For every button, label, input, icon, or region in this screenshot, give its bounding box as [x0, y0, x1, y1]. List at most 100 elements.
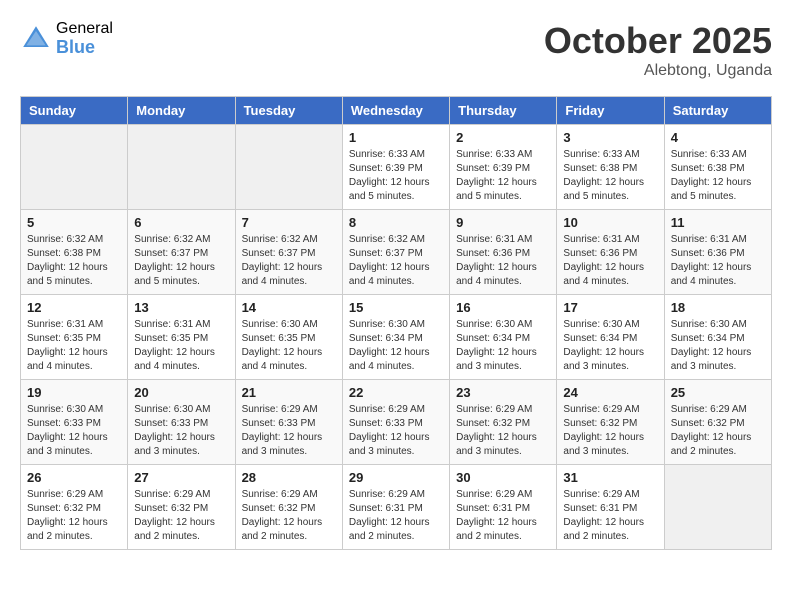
day-number: 27 [134, 470, 228, 485]
day-info: Sunrise: 6:30 AM Sunset: 6:34 PM Dayligh… [563, 318, 657, 374]
day-info: Sunrise: 6:33 AM Sunset: 6:38 PM Dayligh… [671, 148, 765, 204]
column-header-tuesday: Tuesday [235, 97, 342, 125]
calendar-cell: 20 Sunrise: 6:30 AM Sunset: 6:33 PM Dayli… [128, 380, 235, 465]
day-info: Sunrise: 6:30 AM Sunset: 6:34 PM Dayligh… [349, 318, 443, 374]
calendar-cell: 13Sunrise: 6:31 AM Sunset: 6:35 PM Dayli… [128, 295, 235, 380]
day-number: 31 [563, 470, 657, 485]
day-number: 28 [242, 470, 336, 485]
column-header-saturday: Saturday [664, 97, 771, 125]
day-number: 8 [349, 215, 443, 230]
day-number: 1 [349, 130, 443, 145]
day-number: 4 [671, 130, 765, 145]
column-header-wednesday: Wednesday [342, 97, 449, 125]
day-info: Sunrise: 6:31 AM Sunset: 6:35 PM Dayligh… [27, 318, 121, 374]
day-info: Sunrise: 6:29 AM Sunset: 6:33 PM Dayligh… [242, 403, 336, 459]
day-number: 10 [563, 215, 657, 230]
calendar-cell: 27 Sunrise: 6:29 AM Sunset: 6:32 PM Dayli… [128, 465, 235, 550]
calendar-cell: 4 Sunrise: 6:33 AM Sunset: 6:38 PM Daylig… [664, 125, 771, 210]
logo-icon [20, 23, 52, 55]
calendar-cell: 22Sunrise: 6:29 AM Sunset: 6:33 PM Dayli… [342, 380, 449, 465]
day-info: Sunrise: 6:31 AM Sunset: 6:36 PM Dayligh… [456, 233, 550, 289]
calendar-cell: 10 Sunrise: 6:31 AM Sunset: 6:36 PM Dayli… [557, 210, 664, 295]
day-number: 23 [456, 385, 550, 400]
calendar-cell: 23 Sunrise: 6:29 AM Sunset: 6:32 PM Dayli… [450, 380, 557, 465]
day-number: 16 [456, 300, 550, 315]
day-info: Sunrise: 6:29 AM Sunset: 6:33 PM Dayligh… [349, 403, 443, 459]
location-title: Alebtong, Uganda [544, 62, 772, 80]
calendar-cell: 15 Sunrise: 6:30 AM Sunset: 6:34 PM Dayli… [342, 295, 449, 380]
calendar-cell: 2 Sunrise: 6:33 AM Sunset: 6:39 PM Daylig… [450, 125, 557, 210]
day-number: 30 [456, 470, 550, 485]
logo-text: General Blue [56, 20, 113, 57]
day-number: 18 [671, 300, 765, 315]
column-header-friday: Friday [557, 97, 664, 125]
calendar-week-4: 19 Sunrise: 6:30 AM Sunset: 6:33 PM Dayli… [21, 380, 772, 465]
day-number: 17 [563, 300, 657, 315]
column-header-thursday: Thursday [450, 97, 557, 125]
logo-general: General [56, 20, 113, 38]
day-info: Sunrise: 6:31 AM Sunset: 6:36 PM Dayligh… [563, 233, 657, 289]
day-info: Sunrise: 6:29 AM Sunset: 6:31 PM Dayligh… [563, 488, 657, 544]
calendar-cell: 11Sunrise: 6:31 AM Sunset: 6:36 PM Dayli… [664, 210, 771, 295]
day-info: Sunrise: 6:32 AM Sunset: 6:37 PM Dayligh… [349, 233, 443, 289]
calendar-week-2: 5 Sunrise: 6:32 AM Sunset: 6:38 PM Daylig… [21, 210, 772, 295]
calendar-cell: 21Sunrise: 6:29 AM Sunset: 6:33 PM Dayli… [235, 380, 342, 465]
calendar-cell [128, 125, 235, 210]
day-info: Sunrise: 6:33 AM Sunset: 6:39 PM Dayligh… [456, 148, 550, 204]
title-block: October 2025 Alebtong, Uganda [544, 20, 772, 80]
logo-blue: Blue [56, 38, 113, 58]
calendar-table: SundayMondayTuesdayWednesdayThursdayFrid… [20, 96, 772, 550]
day-number: 14 [242, 300, 336, 315]
calendar-cell [664, 465, 771, 550]
column-header-monday: Monday [128, 97, 235, 125]
day-info: Sunrise: 6:30 AM Sunset: 6:33 PM Dayligh… [134, 403, 228, 459]
calendar-cell: 16Sunrise: 6:30 AM Sunset: 6:34 PM Dayli… [450, 295, 557, 380]
day-number: 2 [456, 130, 550, 145]
day-number: 3 [563, 130, 657, 145]
logo: General Blue [20, 20, 113, 57]
day-info: Sunrise: 6:29 AM Sunset: 6:32 PM Dayligh… [563, 403, 657, 459]
day-info: Sunrise: 6:29 AM Sunset: 6:32 PM Dayligh… [242, 488, 336, 544]
day-number: 5 [27, 215, 121, 230]
day-info: Sunrise: 6:29 AM Sunset: 6:32 PM Dayligh… [134, 488, 228, 544]
day-info: Sunrise: 6:29 AM Sunset: 6:32 PM Dayligh… [671, 403, 765, 459]
calendar-cell: 5 Sunrise: 6:32 AM Sunset: 6:38 PM Daylig… [21, 210, 128, 295]
day-number: 24 [563, 385, 657, 400]
day-number: 19 [27, 385, 121, 400]
day-number: 29 [349, 470, 443, 485]
calendar-cell: 9Sunrise: 6:31 AM Sunset: 6:36 PM Daylig… [450, 210, 557, 295]
day-info: Sunrise: 6:31 AM Sunset: 6:35 PM Dayligh… [134, 318, 228, 374]
day-info: Sunrise: 6:33 AM Sunset: 6:38 PM Dayligh… [563, 148, 657, 204]
calendar-cell: 19 Sunrise: 6:30 AM Sunset: 6:33 PM Dayli… [21, 380, 128, 465]
calendar-cell: 6Sunrise: 6:32 AM Sunset: 6:37 PM Daylig… [128, 210, 235, 295]
day-info: Sunrise: 6:29 AM Sunset: 6:31 PM Dayligh… [349, 488, 443, 544]
day-info: Sunrise: 6:32 AM Sunset: 6:38 PM Dayligh… [27, 233, 121, 289]
calendar-cell: 31 Sunrise: 6:29 AM Sunset: 6:31 PM Dayli… [557, 465, 664, 550]
day-info: Sunrise: 6:29 AM Sunset: 6:32 PM Dayligh… [456, 403, 550, 459]
calendar-cell: 29 Sunrise: 6:29 AM Sunset: 6:31 PM Dayli… [342, 465, 449, 550]
column-header-sunday: Sunday [21, 97, 128, 125]
calendar-cell: 12 Sunrise: 6:31 AM Sunset: 6:35 PM Dayli… [21, 295, 128, 380]
calendar-cell: 30 Sunrise: 6:29 AM Sunset: 6:31 PM Dayli… [450, 465, 557, 550]
calendar-cell: 26Sunrise: 6:29 AM Sunset: 6:32 PM Dayli… [21, 465, 128, 550]
month-title: October 2025 [544, 20, 772, 62]
day-info: Sunrise: 6:29 AM Sunset: 6:31 PM Dayligh… [456, 488, 550, 544]
calendar-week-5: 26Sunrise: 6:29 AM Sunset: 6:32 PM Dayli… [21, 465, 772, 550]
calendar-cell [235, 125, 342, 210]
day-info: Sunrise: 6:31 AM Sunset: 6:36 PM Dayligh… [671, 233, 765, 289]
day-info: Sunrise: 6:32 AM Sunset: 6:37 PM Dayligh… [242, 233, 336, 289]
day-number: 20 [134, 385, 228, 400]
page-header: General Blue October 2025 Alebtong, Ugan… [20, 20, 772, 80]
day-number: 12 [27, 300, 121, 315]
day-info: Sunrise: 6:33 AM Sunset: 6:39 PM Dayligh… [349, 148, 443, 204]
calendar-cell: 7Sunrise: 6:32 AM Sunset: 6:37 PM Daylig… [235, 210, 342, 295]
calendar-body: 1 Sunrise: 6:33 AM Sunset: 6:39 PM Daylig… [21, 125, 772, 550]
calendar-cell: 14 Sunrise: 6:30 AM Sunset: 6:35 PM Dayli… [235, 295, 342, 380]
calendar-cell: 28 Sunrise: 6:29 AM Sunset: 6:32 PM Dayli… [235, 465, 342, 550]
day-number: 15 [349, 300, 443, 315]
calendar-cell: 1 Sunrise: 6:33 AM Sunset: 6:39 PM Daylig… [342, 125, 449, 210]
day-info: Sunrise: 6:30 AM Sunset: 6:33 PM Dayligh… [27, 403, 121, 459]
day-info: Sunrise: 6:30 AM Sunset: 6:35 PM Dayligh… [242, 318, 336, 374]
day-info: Sunrise: 6:30 AM Sunset: 6:34 PM Dayligh… [671, 318, 765, 374]
day-info: Sunrise: 6:32 AM Sunset: 6:37 PM Dayligh… [134, 233, 228, 289]
